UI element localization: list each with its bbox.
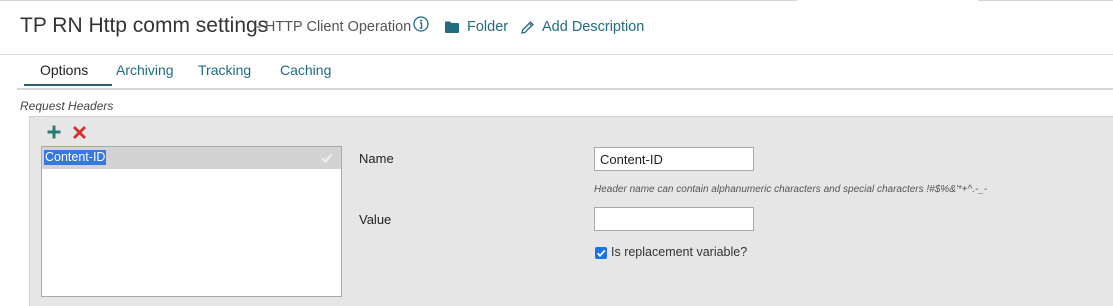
tab-caching[interactable]: Caching (280, 62, 331, 78)
info-icon[interactable] (413, 16, 429, 32)
subtitle-separator: - (256, 19, 261, 35)
pencil-icon (521, 20, 534, 34)
header-name-input[interactable] (594, 147, 754, 171)
request-headers-label: Request Headers (20, 99, 114, 113)
operation-type: HTTP Client Operation (264, 19, 412, 35)
name-label: Name (359, 151, 394, 166)
name-hint: Header name can contain alphanumeric cha… (594, 184, 988, 195)
tab-bar: Options Archiving Tracking Caching (17, 58, 1113, 90)
value-label: Value (359, 212, 392, 227)
add-header-button[interactable] (46, 124, 62, 140)
check-icon (321, 153, 333, 163)
replacement-variable-checkbox[interactable] (595, 247, 607, 259)
delete-header-button[interactable] (72, 125, 87, 140)
folder-link[interactable]: Folder (445, 18, 508, 36)
list-item-label: Content-ID (44, 150, 107, 165)
list-item[interactable]: Content-ID (42, 147, 341, 169)
headers-list[interactable]: Content-ID (41, 146, 342, 297)
add-description-link[interactable]: Add Description (521, 18, 644, 36)
tab-options[interactable]: Options (40, 62, 88, 78)
active-tab-indicator (24, 84, 112, 86)
replacement-variable-label: Is replacement variable? (611, 245, 748, 259)
header-value-input[interactable] (594, 207, 754, 231)
page-title: TP RN Http comm settings (20, 14, 269, 37)
tab-archiving[interactable]: Archiving (116, 62, 174, 78)
page-header: TP RN Http comm settings - HTTP Client Op… (0, 0, 1113, 55)
add-description-label: Add Description (542, 19, 645, 35)
folder-icon (445, 21, 459, 33)
tab-tracking[interactable]: Tracking (198, 62, 251, 78)
page-subtitle: - HTTP Client Operation (256, 19, 411, 35)
folder-label: Folder (467, 19, 509, 35)
